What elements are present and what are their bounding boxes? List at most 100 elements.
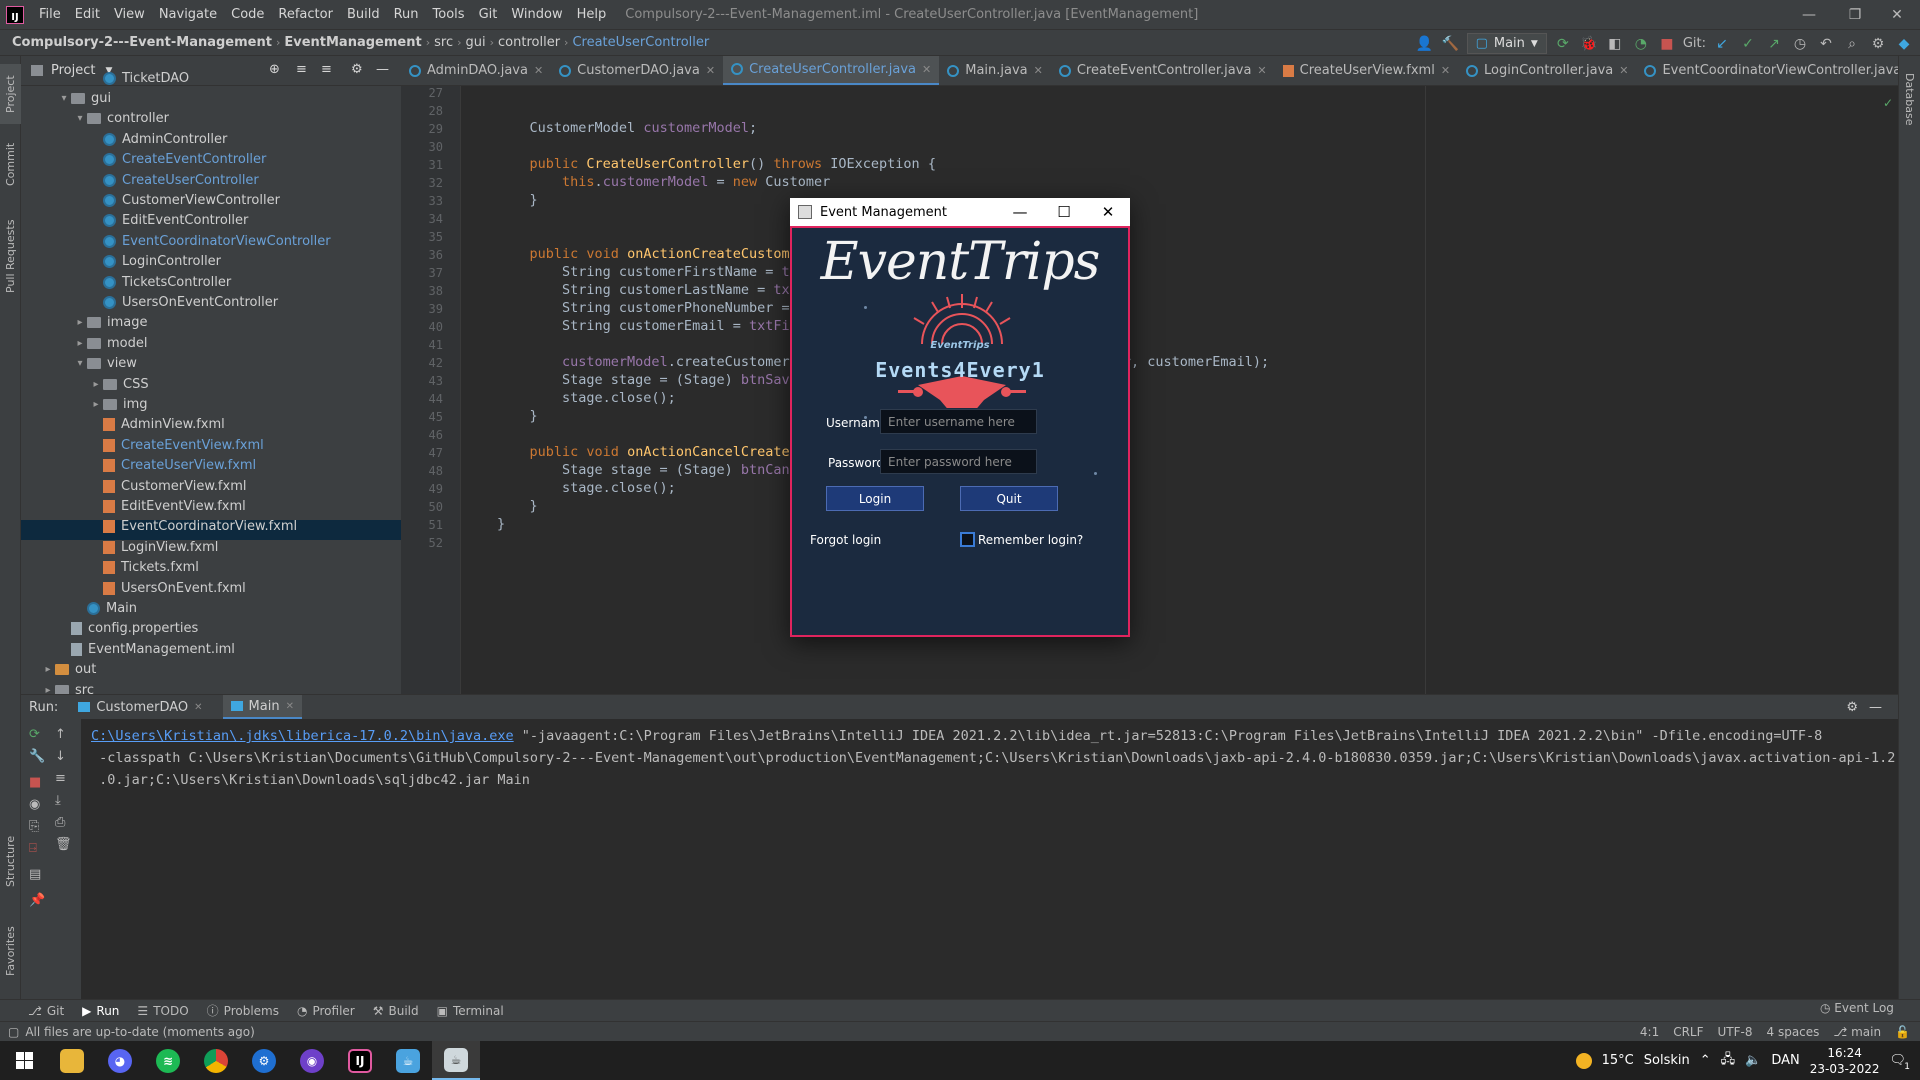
file-encoding[interactable]: UTF-8 (1718, 1025, 1753, 1039)
tree-item[interactable]: CreateUserView.fxml (89, 456, 256, 476)
project-tool-tab[interactable]: Project (0, 64, 21, 124)
locate-icon[interactable]: ⊕ (269, 62, 280, 77)
menu-run[interactable]: Run (387, 0, 426, 29)
notification-icon[interactable]: 🗨 1 (1889, 1053, 1910, 1072)
menu-view[interactable]: View (107, 0, 152, 29)
breadcrumb-item[interactable]: Compulsory-2---Event-Management (8, 35, 276, 50)
restore-layout-icon[interactable]: ⎘ (29, 819, 39, 834)
taskbar-java[interactable]: ☕ (384, 1041, 432, 1080)
tree-item[interactable]: AdminView.fxml (89, 415, 225, 435)
tree-item[interactable]: ▾ view (73, 354, 136, 374)
password-input[interactable]: Enter password here (880, 449, 1037, 474)
taskbar-event-management[interactable]: ☕ (432, 1041, 480, 1080)
caret-position[interactable]: 4:1 (1640, 1025, 1659, 1039)
menu-file[interactable]: File (32, 0, 68, 29)
clock[interactable]: 16:24 23-03-2022 (1810, 1045, 1880, 1077)
username-input[interactable]: Enter username here (880, 409, 1037, 434)
gear-icon[interactable]: ⚙ (1846, 700, 1858, 715)
menu-edit[interactable]: Edit (68, 0, 107, 29)
tool-window-git[interactable]: ⎇ Git (28, 1004, 64, 1018)
collapse-all-icon[interactable]: ≡ (321, 62, 332, 77)
editor-tab[interactable]: CustomerDAO.java ✕ (551, 56, 723, 85)
close-icon[interactable]: ✕ (534, 64, 543, 77)
tree-item[interactable]: EventCoordinatorViewController (89, 231, 331, 251)
database-tool-tab[interactable]: Database (1899, 64, 1920, 134)
tree-item[interactable]: EditEventView.fxml (89, 496, 246, 516)
pull-requests-tool-tab[interactable]: Pull Requests (0, 206, 21, 306)
menu-refactor[interactable]: Refactor (271, 0, 340, 29)
weather-text[interactable]: Solskin (1644, 1053, 1690, 1068)
down-arrow-icon[interactable]: ↓ (55, 749, 66, 764)
language-indicator[interactable]: DAN (1771, 1053, 1799, 1068)
event-log-button[interactable]: ◷ Event Log (1820, 1001, 1894, 1015)
tree-item[interactable]: EventCoordinatorView.fxml (89, 517, 297, 537)
stop-icon[interactable]: ■ (29, 775, 41, 790)
chevron-right-icon[interactable]: ▸ (73, 317, 87, 328)
tree-item[interactable]: ▾ gui (57, 88, 111, 108)
volume-icon[interactable]: 🔈 (1745, 1053, 1761, 1068)
tree-item[interactable]: EditEventController (89, 211, 248, 231)
up-arrow-icon[interactable]: ↑ (55, 727, 66, 742)
tool-window-todo[interactable]: ☰ TODO (137, 1004, 188, 1018)
structure-tool-tab[interactable]: Structure (0, 826, 21, 896)
print-icon[interactable]: ⎙ (55, 815, 65, 830)
git-push-icon[interactable]: ↗ (1764, 34, 1784, 54)
dialog-close-icon[interactable]: ✕ (1086, 198, 1130, 226)
editor-tab[interactable]: EventCoordinatorViewController.java✕ (1636, 56, 1898, 85)
breadcrumb-item[interactable]: controller (494, 35, 564, 50)
gear-icon[interactable]: ⚙ (351, 62, 363, 77)
start-button[interactable] (0, 1041, 48, 1080)
breadcrumb-item[interactable]: CreateUserController (568, 35, 713, 50)
menu-help[interactable]: Help (570, 0, 614, 29)
tree-item[interactable]: config.properties (57, 619, 198, 639)
lock-icon[interactable]: 🔓 (1895, 1025, 1910, 1039)
network-icon[interactable]: 🖧 (1721, 1050, 1736, 1072)
coverage-icon[interactable]: ◧ (1605, 34, 1625, 54)
taskbar-discord[interactable]: ◕ (96, 1041, 144, 1080)
menu-code[interactable]: Code (224, 0, 271, 29)
chevron-down-icon[interactable]: ▾ (57, 93, 71, 104)
tree-item[interactable]: CreateEventController (89, 150, 266, 170)
trash-icon[interactable]: 🗑 (55, 837, 72, 852)
code-editor[interactable]: ✓ CustomerModel customerModel; public Cr… (461, 86, 1898, 694)
tree-item[interactable]: ▸ image (73, 313, 147, 333)
taskbar-spotify[interactable]: ≋ (144, 1041, 192, 1080)
line-separator[interactable]: CRLF (1673, 1025, 1703, 1039)
chevron-down-icon[interactable]: ▾ (73, 113, 87, 124)
breadcrumb-item[interactable]: src (430, 35, 457, 50)
breadcrumb-item[interactable]: gui (462, 35, 490, 50)
menu-tools[interactable]: Tools (426, 0, 472, 29)
chevron-right-icon[interactable]: ▸ (89, 379, 103, 390)
indent-setting[interactable]: 4 spaces (1767, 1025, 1820, 1039)
menu-build[interactable]: Build (340, 0, 387, 29)
scroll-to-end-icon[interactable]: ⤓ (55, 793, 61, 808)
rollback-icon[interactable]: ↶ (1816, 34, 1836, 54)
run-tab-customerdao[interactable]: CustomerDAO ✕ (70, 695, 210, 719)
tree-item[interactable]: TicketDAO (89, 68, 189, 88)
console-output[interactable]: C:\Users\Kristian\.jdks\liberica-17.0.2\… (91, 725, 1895, 791)
stop-icon[interactable]: ■ (1657, 34, 1677, 54)
editor-tab[interactable]: AdminDAO.java ✕ (401, 56, 551, 85)
profile-icon[interactable]: ◔ (1631, 34, 1651, 54)
quit-button[interactable]: Quit (960, 486, 1058, 511)
close-icon[interactable]: ✕ (1619, 64, 1628, 77)
editor-tab[interactable]: Main.java ✕ (939, 56, 1051, 85)
menu-git[interactable]: Git (472, 0, 505, 29)
tree-item[interactable]: CreateEventView.fxml (89, 435, 264, 455)
tree-item[interactable]: CustomerViewController (89, 190, 280, 210)
editor-tab[interactable]: LoginController.java ✕ (1458, 56, 1636, 85)
pin-icon[interactable]: 📌 (29, 893, 45, 908)
tree-item[interactable]: ▸ model (73, 333, 147, 353)
close-icon[interactable]: ✕ (922, 63, 931, 76)
git-commit-icon[interactable]: ✓ (1738, 34, 1758, 54)
close-icon[interactable]: ✕ (1034, 64, 1043, 77)
chevron-up-icon[interactable]: ⌃ (1700, 1053, 1711, 1068)
chevron-down-icon[interactable]: ▾ (73, 358, 87, 369)
minimize-icon[interactable]: — (1786, 0, 1832, 29)
login-button[interactable]: Login (826, 486, 924, 511)
tree-item[interactable]: ▸ img (89, 394, 147, 414)
close-icon[interactable]: ✕ (286, 701, 294, 712)
menu-navigate[interactable]: Navigate (152, 0, 224, 29)
tool-window-run[interactable]: ▶ Run (82, 1004, 119, 1018)
tree-item[interactable]: TicketsController (89, 272, 231, 292)
